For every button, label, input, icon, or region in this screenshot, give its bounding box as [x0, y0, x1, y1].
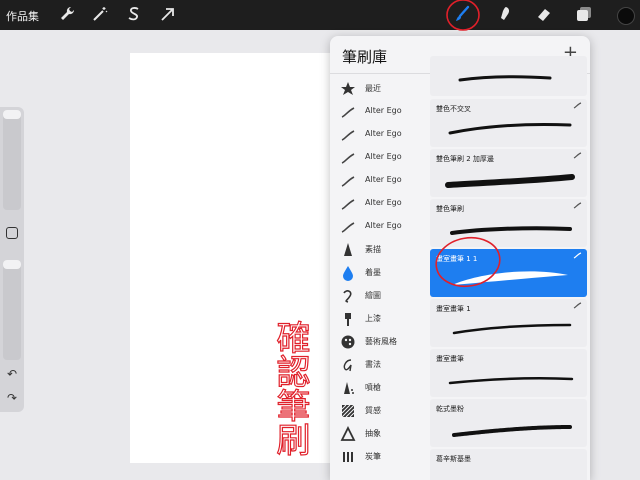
set-item-alter-ego[interactable]: Alter Ego: [330, 216, 426, 238]
brush-item[interactable]: 雙色不交叉: [430, 99, 587, 147]
set-item-label: Alter Ego: [365, 175, 402, 184]
set-item-label: 素描: [365, 245, 381, 254]
texture-icon: [340, 403, 356, 419]
brush-type-icon: [573, 102, 582, 109]
set-item-painting[interactable]: 上漆: [330, 308, 426, 330]
brush-item[interactable]: 葛辛斯基墨: [430, 449, 587, 480]
panel-title: 筆刷庫: [342, 48, 388, 66]
palette-icon: [340, 334, 356, 350]
set-item-alter-ego[interactable]: Alter Ego: [330, 170, 426, 192]
brush-stroke-preview: [450, 226, 572, 235]
set-item-label: 噴槍: [365, 383, 381, 392]
brush-item[interactable]: 雙色筆刷: [430, 199, 587, 247]
brush-type-icon: [573, 302, 582, 309]
brush-set-list: 最近 Alter Ego Alter Ego Alter Ego Alter E…: [330, 76, 426, 480]
set-item-label: Alter Ego: [365, 152, 402, 161]
brush-icon[interactable]: [452, 4, 472, 24]
set-item-textures[interactable]: 質感: [330, 400, 426, 422]
brush-size-knob[interactable]: [3, 110, 21, 119]
stroke-icon: [340, 104, 356, 120]
brush-type-icon: [573, 252, 582, 259]
star-icon: [340, 81, 356, 97]
brush-type-icon: [573, 202, 582, 209]
set-item-label: 質感: [365, 406, 381, 415]
brush-stroke-preview: [448, 122, 572, 135]
curve-icon: [340, 288, 356, 304]
eraser-icon[interactable]: [534, 4, 554, 24]
triangle-icon: [340, 425, 356, 442]
selection-icon[interactable]: [124, 4, 144, 24]
brush-item-selected[interactable]: 畫室畫筆 1 1: [430, 249, 587, 297]
set-item-abstract[interactable]: 抽象: [330, 423, 426, 445]
brush-stroke-preview: [445, 174, 575, 188]
modify-button[interactable]: [6, 227, 18, 239]
set-item-drawing[interactable]: 繪圖: [330, 285, 426, 307]
set-item-airbrushing[interactable]: 噴槍: [330, 377, 426, 399]
set-item-alter-ego[interactable]: Alter Ego: [330, 147, 426, 169]
set-item-label: Alter Ego: [365, 221, 402, 230]
airbrush-icon: [340, 380, 356, 396]
brush-type-icon: [573, 152, 582, 159]
stroke-icon: [340, 219, 356, 235]
set-item-label: 上漆: [365, 314, 381, 323]
brush-item[interactable]: [430, 56, 587, 96]
set-item-label: 炭筆: [365, 452, 381, 461]
set-item-label: 最近: [365, 84, 381, 93]
stroke-icon: [340, 173, 356, 189]
set-item-label: Alter Ego: [365, 106, 402, 115]
brush-list: 雙色不交叉 雙色筆刷 2 加厚邊 雙色筆刷 畫室畫筆 1 1 畫室畫筆 1 畫室…: [430, 56, 587, 480]
stroke-icon: [340, 150, 356, 166]
set-item-sketching[interactable]: 素描: [330, 239, 426, 261]
brush-stroke-preview: [452, 271, 568, 285]
ink-drop-icon: [340, 265, 356, 281]
wrench-icon[interactable]: [58, 4, 78, 24]
layers-icon[interactable]: [574, 4, 594, 24]
charcoal-icon: [340, 449, 356, 465]
brush-name: 葛辛斯基墨: [436, 455, 471, 463]
set-item-label: Alter Ego: [365, 129, 402, 138]
brush-item[interactable]: 畫室畫筆 1: [430, 299, 587, 347]
set-item-calligraphy[interactable]: 書法: [330, 354, 426, 376]
set-item-inking[interactable]: 着墨: [330, 262, 426, 284]
set-item-label: Alter Ego: [365, 198, 402, 207]
brush-library-panel: 筆刷庫 + 最近 Alter Ego Alter Ego Alter Ego A…: [330, 36, 590, 480]
brush-stroke-preview: [448, 376, 574, 385]
color-picker[interactable]: [617, 7, 635, 25]
brush-item[interactable]: 雙色筆刷 2 加厚邊: [430, 149, 587, 197]
set-item-alter-ego[interactable]: Alter Ego: [330, 193, 426, 215]
opacity-knob[interactable]: [3, 260, 21, 269]
set-item-label: 藝術風格: [365, 337, 397, 346]
set-item-label: 抽象: [365, 429, 381, 438]
redo-icon[interactable]: ↷: [5, 391, 19, 405]
brush-size-slider[interactable]: [3, 110, 21, 210]
gallery-button[interactable]: 作品集: [6, 8, 39, 24]
brush-stroke-preview: [452, 323, 572, 335]
calligraphy-icon: [340, 357, 356, 373]
paint-brush-icon: [340, 311, 356, 327]
top-toolbar: 作品集: [0, 0, 640, 30]
set-item-label: 着墨: [365, 268, 381, 277]
set-item-alter-ego[interactable]: Alter Ego: [330, 101, 426, 123]
brush-item[interactable]: 乾式墨粉: [430, 399, 587, 447]
set-item-alter-ego[interactable]: Alter Ego: [330, 124, 426, 146]
set-item-artistic[interactable]: 藝術風格: [330, 331, 426, 353]
drawing-canvas[interactable]: [130, 53, 330, 463]
set-item-charcoals[interactable]: 炭筆: [330, 446, 426, 468]
stroke-icon: [340, 196, 356, 212]
opacity-slider[interactable]: [3, 260, 21, 360]
stroke-icon: [340, 127, 356, 143]
smudge-icon[interactable]: [494, 4, 514, 24]
undo-icon[interactable]: ↶: [5, 367, 19, 381]
pencil-nib-icon: [340, 242, 356, 258]
transform-arrow-icon[interactable]: [158, 4, 178, 24]
brush-item[interactable]: 畫室畫筆: [430, 349, 587, 397]
set-item-label: 書法: [365, 360, 381, 369]
set-item-label: 繪圖: [365, 291, 381, 300]
brush-stroke-preview: [452, 425, 572, 437]
magic-wand-icon[interactable]: [90, 4, 110, 24]
set-item-recent[interactable]: 最近: [330, 78, 426, 100]
left-sidebar: ↶ ↷: [0, 107, 24, 412]
